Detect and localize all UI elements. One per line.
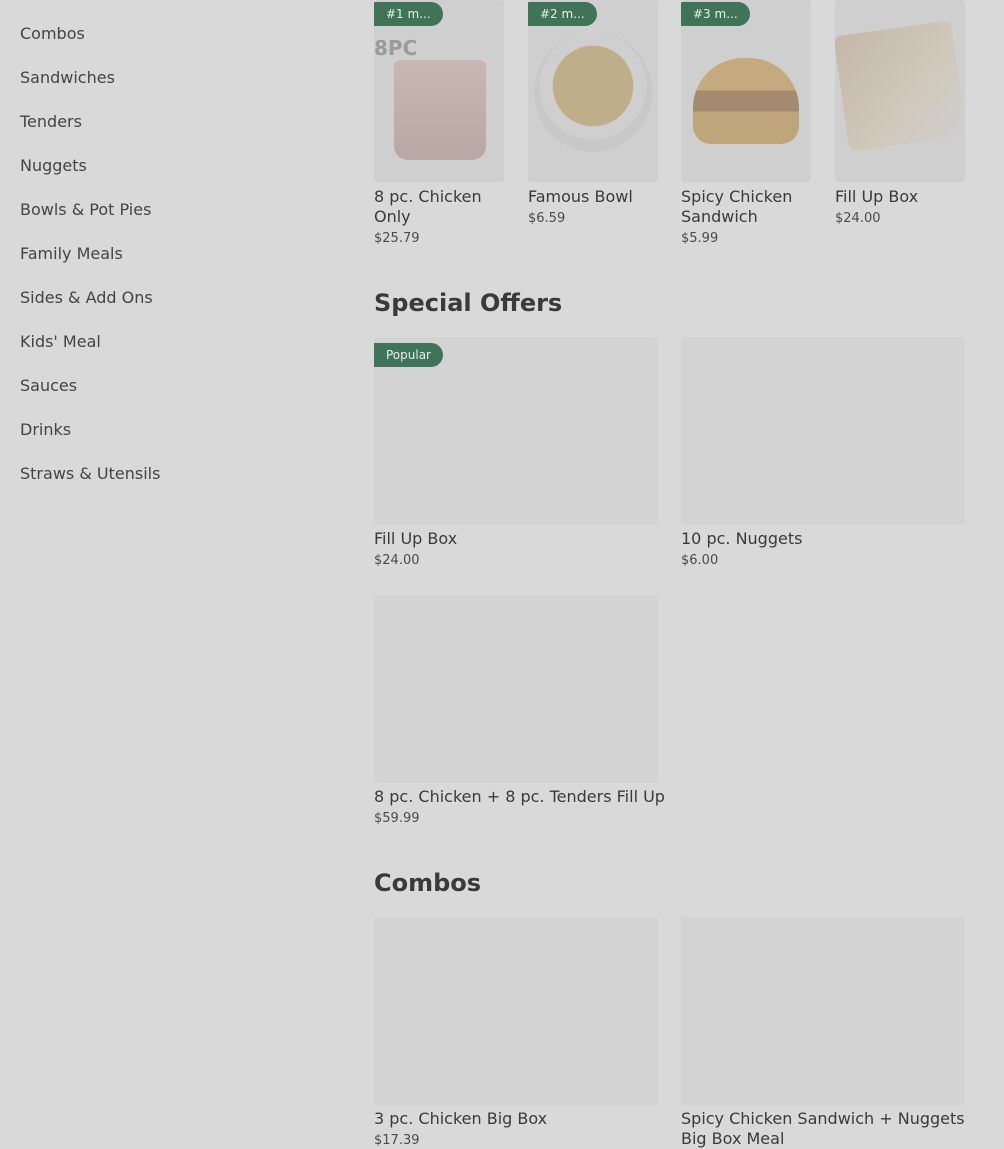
product-image-placeholder[interactable] <box>681 917 965 1105</box>
sidebar-item-straws-utensils[interactable]: Straws & Utensils <box>20 464 320 508</box>
section-title-combos: Combos <box>374 869 482 897</box>
menu-item-card[interactable]: 8PC #1 m... 8 pc. Chicken Only $25.79 <box>374 0 504 246</box>
category-sidebar: Combos Sandwiches Tenders Nuggets Bowls … <box>20 24 320 508</box>
sidebar-item-family-meals[interactable]: Family Meals <box>20 244 320 288</box>
item-price: $5.99 <box>681 231 719 246</box>
sidebar-item-sauces[interactable]: Sauces <box>20 376 320 420</box>
item-name-line2[interactable]: Big Box Meal <box>681 1129 965 1149</box>
sidebar-item-sandwiches[interactable]: Sandwiches <box>20 68 320 112</box>
product-image[interactable]: #3 m... <box>681 0 811 182</box>
offer-card[interactable]: Popular Fill Up Box $24.00 <box>374 337 658 568</box>
rank-badge: #3 m... <box>681 2 750 26</box>
item-name[interactable]: 8 pc. Chicken + 8 pc. Tenders Fill Up <box>374 787 665 807</box>
item-name-line2[interactable]: Only <box>374 207 504 227</box>
popular-badge: Popular <box>374 343 443 367</box>
product-image-placeholder[interactable]: Popular <box>374 337 658 525</box>
item-price: $24.00 <box>835 211 881 226</box>
sidebar-item-sides-add-ons[interactable]: Sides & Add Ons <box>20 288 320 332</box>
item-price: $24.00 <box>374 553 420 568</box>
sidebar-item-nuggets[interactable]: Nuggets <box>20 156 320 200</box>
product-image-placeholder[interactable] <box>374 595 658 783</box>
menu-item-card[interactable]: Fill Up Box $24.00 <box>835 0 965 226</box>
menu-item-card[interactable]: #2 m... Famous Bowl $6.59 <box>528 0 658 226</box>
item-name[interactable]: 8 pc. Chicken <box>374 187 504 207</box>
rank-badge: #1 m... <box>374 2 443 26</box>
product-image[interactable] <box>835 0 965 182</box>
item-name-line2[interactable]: Sandwich <box>681 207 811 227</box>
sidebar-item-combos[interactable]: Combos <box>20 24 320 68</box>
item-name[interactable]: Spicy Chicken <box>681 187 811 207</box>
combo-card[interactable]: 3 pc. Chicken Big Box $17.39 <box>374 917 658 1148</box>
product-image-placeholder[interactable] <box>374 917 658 1105</box>
bowl-image <box>534 32 652 152</box>
item-name[interactable]: Fill Up Box <box>835 187 965 207</box>
item-name[interactable]: Fill Up Box <box>374 529 658 549</box>
section-title-special-offers: Special Offers <box>374 289 563 317</box>
menu-item-card[interactable]: #3 m... Spicy Chicken Sandwich $5.99 <box>681 0 811 246</box>
sidebar-item-kids-meal[interactable]: Kids' Meal <box>20 332 320 376</box>
item-price: $17.39 <box>374 1133 420 1148</box>
product-image[interactable]: 8PC #1 m... <box>374 0 504 182</box>
item-name[interactable]: Spicy Chicken Sandwich + Nuggets <box>681 1109 965 1129</box>
fill-up-box-image <box>835 20 965 152</box>
product-image-placeholder[interactable] <box>681 337 965 525</box>
bucket-image <box>394 60 486 160</box>
item-price: $25.79 <box>374 231 420 246</box>
combo-card[interactable]: Spicy Chicken Sandwich + Nuggets Big Box… <box>681 917 965 1149</box>
sidebar-item-bowls-pot-pies[interactable]: Bowls & Pot Pies <box>20 200 320 244</box>
item-name[interactable]: 10 pc. Nuggets <box>681 529 965 549</box>
item-name[interactable]: Famous Bowl <box>528 187 658 207</box>
item-name[interactable]: 3 pc. Chicken Big Box <box>374 1109 658 1129</box>
item-price: $59.99 <box>374 811 420 826</box>
image-8pc-label: 8PC <box>374 36 418 60</box>
sidebar-item-drinks[interactable]: Drinks <box>20 420 320 464</box>
item-price: $6.00 <box>681 553 719 568</box>
offer-card[interactable]: 10 pc. Nuggets $6.00 <box>681 337 965 568</box>
product-image[interactable]: #2 m... <box>528 0 658 182</box>
item-price: $6.59 <box>528 211 566 226</box>
sidebar-item-tenders[interactable]: Tenders <box>20 112 320 156</box>
offer-card[interactable]: 8 pc. Chicken + 8 pc. Tenders Fill Up $5… <box>374 595 665 826</box>
rank-badge: #2 m... <box>528 2 597 26</box>
sandwich-image <box>693 58 799 144</box>
